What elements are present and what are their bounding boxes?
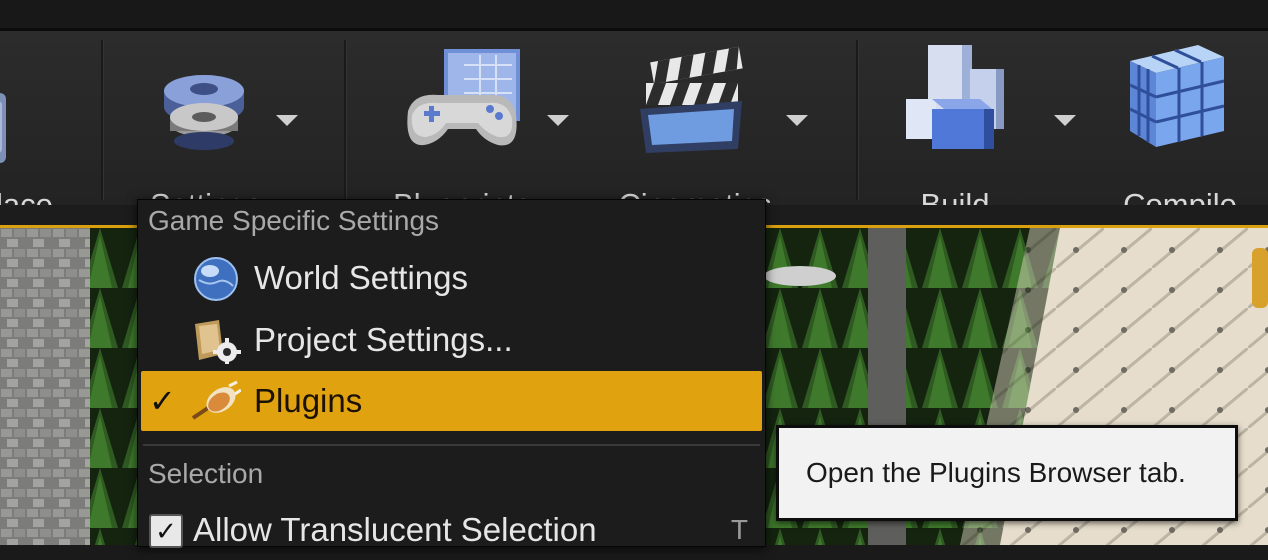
settings-dropdown-menu: Game Specific Settings World Settings Pr…: [137, 199, 766, 548]
toolbar-separator: [344, 40, 347, 200]
menu-item-label: Allow Translucent Selection: [193, 511, 597, 548]
menu-item-plugins[interactable]: ✓ Plugins: [141, 371, 762, 431]
toolbar-button-compile[interactable]: Compile: [1100, 31, 1268, 222]
toolbar-button-marketplace[interactable]: lace: [0, 31, 100, 222]
project-settings-icon: [195, 320, 241, 364]
globe-icon: [194, 257, 238, 301]
cinematics-clapper-icon: [640, 46, 743, 153]
tooltip: Open the Plugins Browser tab.: [776, 425, 1238, 521]
toolbar-separator: [856, 40, 859, 200]
menu-item-label: Project Settings...: [254, 321, 513, 358]
shortcut-key: T: [730, 514, 748, 545]
toolbar-button-settings[interactable]: Settings: [104, 31, 342, 222]
toolbar-button-build[interactable]: Build: [860, 31, 1092, 222]
section-header-game-specific-settings: Game Specific Settings: [148, 205, 440, 236]
toolbar-button-cinematics[interactable]: Cinematics: [586, 31, 818, 222]
checkbox-checked[interactable]: ✓: [149, 514, 183, 548]
build-blocks-icon: [906, 45, 1004, 149]
menu-item-project-settings[interactable]: Project Settings...: [141, 310, 762, 370]
chevron-down-icon: [786, 115, 808, 126]
menu-item-world-settings[interactable]: World Settings: [141, 248, 762, 308]
marketplace-icon: [0, 93, 6, 163]
chevron-down-icon: [547, 115, 569, 126]
menu-item-allow-translucent-selection[interactable]: ✓ Allow Translucent Selection T: [141, 500, 762, 560]
settings-gear-icon: [164, 75, 244, 150]
toolbar-button-blueprints[interactable]: Blueprints: [348, 31, 582, 222]
blueprints-gamepad-icon: [407, 49, 520, 146]
checkmark-icon: ✓: [149, 383, 176, 419]
menu-item-label: Plugins: [254, 382, 363, 419]
plug-icon: [191, 380, 241, 420]
compile-cubes-icon: [1129, 45, 1225, 147]
menu-divider: [143, 444, 760, 446]
tooltip-text: Open the Plugins Browser tab.: [806, 457, 1186, 488]
menu-item-label: World Settings: [254, 259, 468, 296]
window-title-bar: [0, 0, 1268, 28]
chevron-down-icon: [1054, 115, 1076, 126]
section-header-selection: Selection: [148, 458, 264, 489]
chevron-down-icon: [276, 115, 298, 126]
